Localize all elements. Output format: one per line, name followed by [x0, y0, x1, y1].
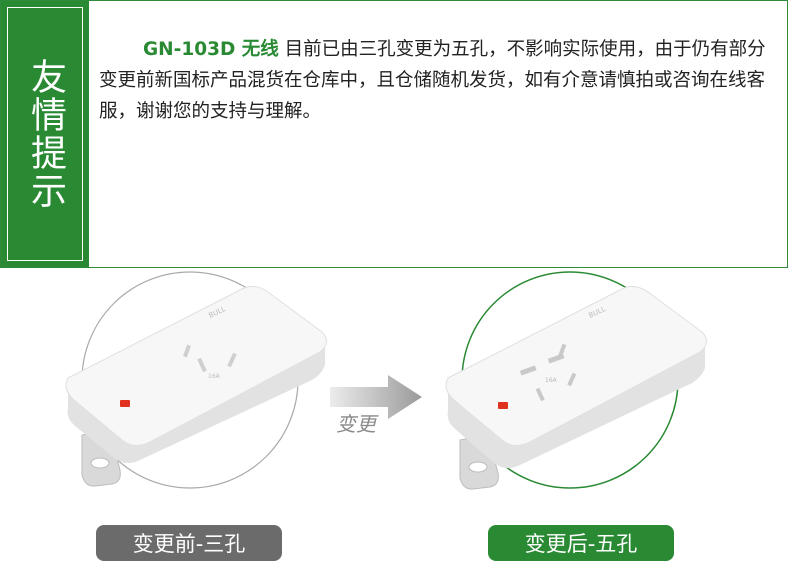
model-name: GN-103D 无线	[143, 39, 279, 60]
change-label: 变更	[336, 412, 376, 436]
after-socket-image: 16A BULL	[445, 271, 707, 490]
notice-side-panel: 友情提示	[1, 1, 89, 267]
indicator-light	[120, 400, 130, 407]
notice-text: GN-103D 无线 目前已由三孔变更为五孔，不影响实际使用，由于仍有部分变更前…	[99, 34, 779, 127]
rating-label: 16A	[545, 377, 558, 384]
notice-side-title: 友情提示	[25, 58, 66, 210]
before-label-badge: 变更前-三孔	[96, 525, 282, 561]
notice-box: 友情提示 GN-103D 无线 目前已由三孔变更为五孔，不影响实际使用，由于仍有…	[0, 0, 788, 268]
before-socket-image: 16A BULL	[65, 271, 327, 489]
after-label-badge: 变更后-五孔	[488, 525, 674, 561]
rating-label: 16A	[208, 373, 221, 380]
indicator-light	[498, 402, 508, 409]
notice-side-frame: 友情提示	[7, 7, 83, 261]
